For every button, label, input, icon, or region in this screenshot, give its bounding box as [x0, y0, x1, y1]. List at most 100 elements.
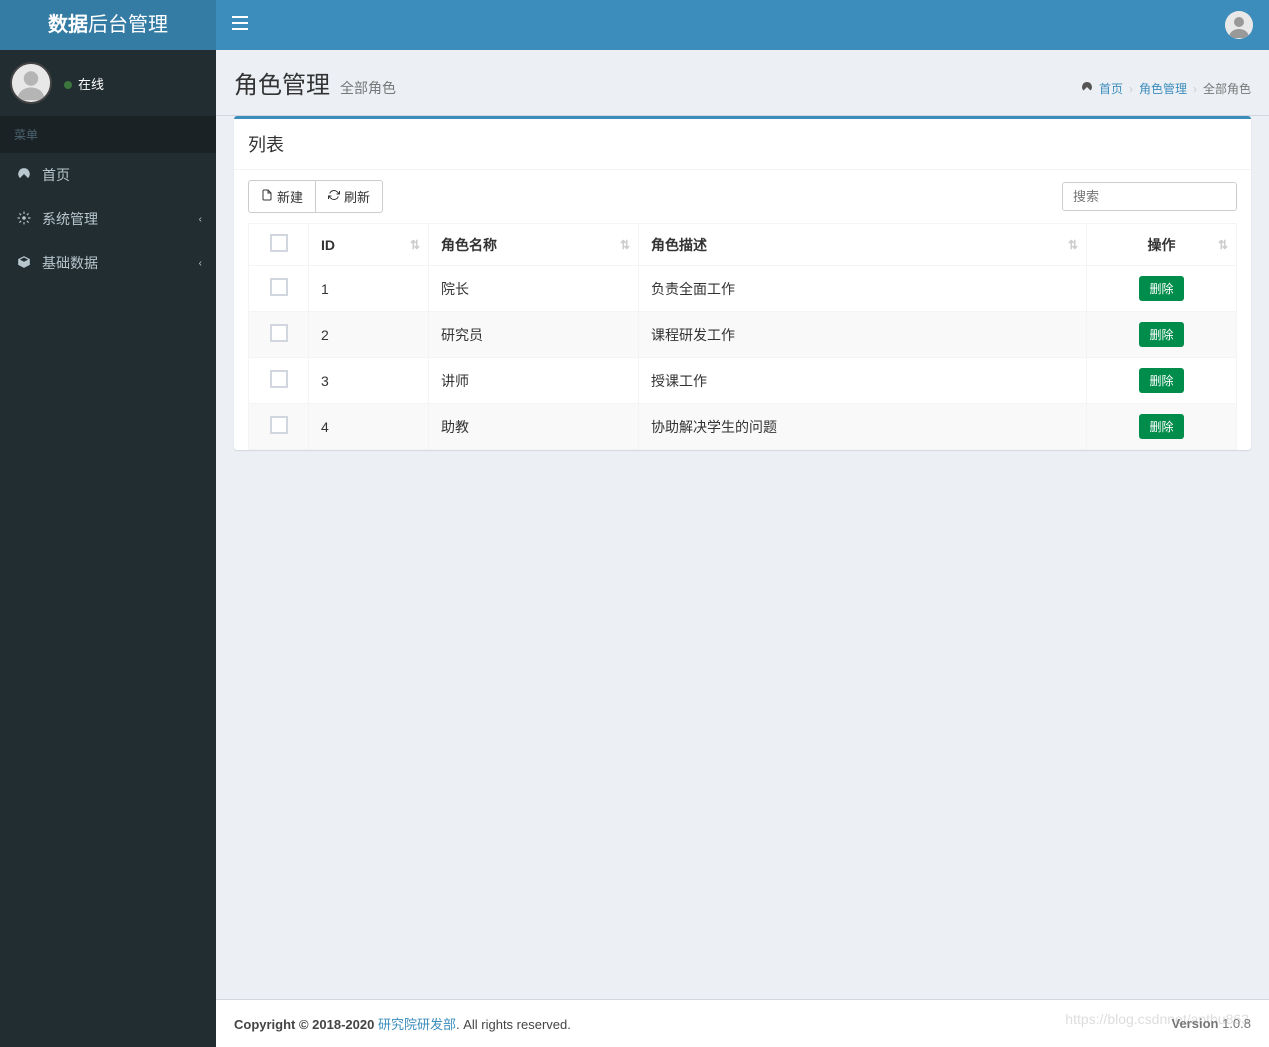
chevron-left-icon: ‹ — [199, 214, 202, 225]
cogs-icon — [14, 211, 34, 228]
new-button[interactable]: 新建 — [248, 180, 316, 213]
top-header — [216, 0, 1269, 50]
row-checkbox-cell — [249, 404, 309, 450]
brand-rest: 后台管理 — [88, 14, 168, 36]
delete-button[interactable]: 删除 — [1139, 414, 1183, 439]
breadcrumb: 首页 › 角色管理 › 全部角色 — [1081, 80, 1251, 97]
delete-button[interactable]: 删除 — [1139, 276, 1183, 301]
sidebar-item-basedata[interactable]: 基础数据 ‹ — [0, 241, 216, 285]
row-checkbox-cell — [249, 312, 309, 358]
row-checkbox[interactable] — [270, 324, 288, 342]
sidebar-item-label: 系统管理 — [42, 209, 98, 229]
row-desc: 负责全面工作 — [639, 266, 1087, 312]
refresh-button-label: 刷新 — [344, 187, 370, 206]
footer-rights: . All rights reserved. — [456, 1017, 571, 1032]
data-table: ID ⇅ 角色名称 ⇅ 角色描述 ⇅ 操作 ⇅ — [248, 223, 1237, 450]
footer-right: Version 1.0.8 — [1171, 1016, 1251, 1031]
select-all-checkbox[interactable] — [270, 234, 288, 252]
dashboard-icon — [14, 167, 34, 184]
status-text: 在线 — [78, 77, 104, 92]
row-action: 删除 — [1087, 358, 1237, 404]
header-name[interactable]: 角色名称 ⇅ — [429, 224, 639, 266]
breadcrumb-role[interactable]: 角色管理 — [1139, 80, 1187, 97]
breadcrumb-home[interactable]: 首页 — [1099, 80, 1123, 97]
copyright-prefix: Copyright © 2018-2020 — [234, 1017, 378, 1032]
row-id: 2 — [309, 312, 429, 358]
row-desc: 协助解决学生的问题 — [639, 404, 1087, 450]
sidebar-item-system[interactable]: 系统管理 ‹ — [0, 197, 216, 241]
sidebar-item-label: 首页 — [42, 165, 70, 185]
brand-logo[interactable]: 数据后台管理 — [0, 0, 216, 50]
box-title: 列表 — [234, 119, 1251, 170]
row-checkbox[interactable] — [270, 370, 288, 388]
sort-icon: ⇅ — [620, 238, 630, 252]
user-panel: 在线 — [0, 50, 216, 116]
search-group — [1062, 182, 1237, 211]
table-row: 1院长负责全面工作 删除 — [249, 266, 1237, 312]
sort-icon: ⇅ — [410, 238, 420, 252]
list-box: 列表 新建 刷新 — [234, 116, 1251, 450]
table-row: 2研究员课程研发工作 删除 — [249, 312, 1237, 358]
row-desc: 授课工作 — [639, 358, 1087, 404]
row-checkbox[interactable] — [270, 278, 288, 296]
version-label: Version — [1171, 1016, 1218, 1031]
row-desc: 课程研发工作 — [639, 312, 1087, 358]
user-status: 在线 — [64, 74, 104, 93]
table-row: 4助教协助解决学生的问题 删除 — [249, 404, 1237, 450]
content-header: 角色管理 全部角色 首页 › 角色管理 › 全部角色 — [216, 50, 1269, 116]
brand-bold: 数据 — [48, 14, 88, 36]
button-group: 新建 刷新 — [248, 180, 383, 213]
footer-left: Copyright © 2018-2020 研究院研发部. All rights… — [234, 1014, 571, 1033]
refresh-button[interactable]: 刷新 — [316, 180, 383, 213]
row-name: 研究员 — [429, 312, 639, 358]
dashboard-icon — [1081, 81, 1093, 96]
menu-header: 菜单 — [0, 116, 216, 153]
footer: Copyright © 2018-2020 研究院研发部. All rights… — [216, 999, 1269, 1047]
online-dot-icon — [64, 81, 72, 89]
header-action: 操作 ⇅ — [1087, 224, 1237, 266]
row-id: 3 — [309, 358, 429, 404]
delete-button[interactable]: 删除 — [1139, 322, 1183, 347]
table-header-row: ID ⇅ 角色名称 ⇅ 角色描述 ⇅ 操作 ⇅ — [249, 224, 1237, 266]
content-wrapper: 角色管理 全部角色 首页 › 角色管理 › 全部角色 列表 新建 — [216, 50, 1269, 999]
file-icon — [261, 189, 273, 204]
sidebar-item-home[interactable]: 首页 — [0, 153, 216, 197]
delete-button[interactable]: 删除 — [1139, 368, 1183, 393]
row-action: 删除 — [1087, 404, 1237, 450]
refresh-icon — [328, 189, 340, 204]
breadcrumb-sep: › — [1129, 82, 1133, 96]
row-id: 4 — [309, 404, 429, 450]
row-checkbox-cell — [249, 266, 309, 312]
header-avatar[interactable] — [1225, 11, 1253, 39]
page-title-group: 角色管理 全部角色 — [234, 65, 396, 100]
breadcrumb-current: 全部角色 — [1203, 80, 1251, 97]
version-value: 1.0.8 — [1222, 1016, 1251, 1031]
page-subtitle: 全部角色 — [340, 78, 396, 98]
row-action: 删除 — [1087, 266, 1237, 312]
header-id[interactable]: ID ⇅ — [309, 224, 429, 266]
sidebar: 数据后台管理 在线 菜单 首页 系统管理 ‹ 基础数据 ‹ — [0, 0, 216, 1047]
breadcrumb-sep: › — [1193, 82, 1197, 96]
row-checkbox[interactable] — [270, 416, 288, 434]
user-avatar[interactable] — [10, 62, 52, 104]
row-id: 1 — [309, 266, 429, 312]
header-desc[interactable]: 角色描述 ⇅ — [639, 224, 1087, 266]
row-checkbox-cell — [249, 358, 309, 404]
table-row: 3讲师授课工作 删除 — [249, 358, 1237, 404]
sort-icon: ⇅ — [1218, 238, 1228, 252]
hamburger-icon[interactable] — [232, 16, 248, 35]
sidebar-item-label: 基础数据 — [42, 253, 98, 273]
cube-icon — [14, 255, 34, 272]
chevron-left-icon: ‹ — [199, 258, 202, 269]
row-name: 讲师 — [429, 358, 639, 404]
box-toolbar: 新建 刷新 — [234, 170, 1251, 223]
row-action: 删除 — [1087, 312, 1237, 358]
row-name: 助教 — [429, 404, 639, 450]
new-button-label: 新建 — [277, 187, 303, 206]
row-name: 院长 — [429, 266, 639, 312]
header-checkbox-cell — [249, 224, 309, 266]
page-title: 角色管理 — [234, 65, 330, 100]
sort-icon: ⇅ — [1068, 238, 1078, 252]
search-input[interactable] — [1063, 183, 1237, 210]
footer-org-link[interactable]: 研究院研发部 — [378, 1017, 456, 1032]
